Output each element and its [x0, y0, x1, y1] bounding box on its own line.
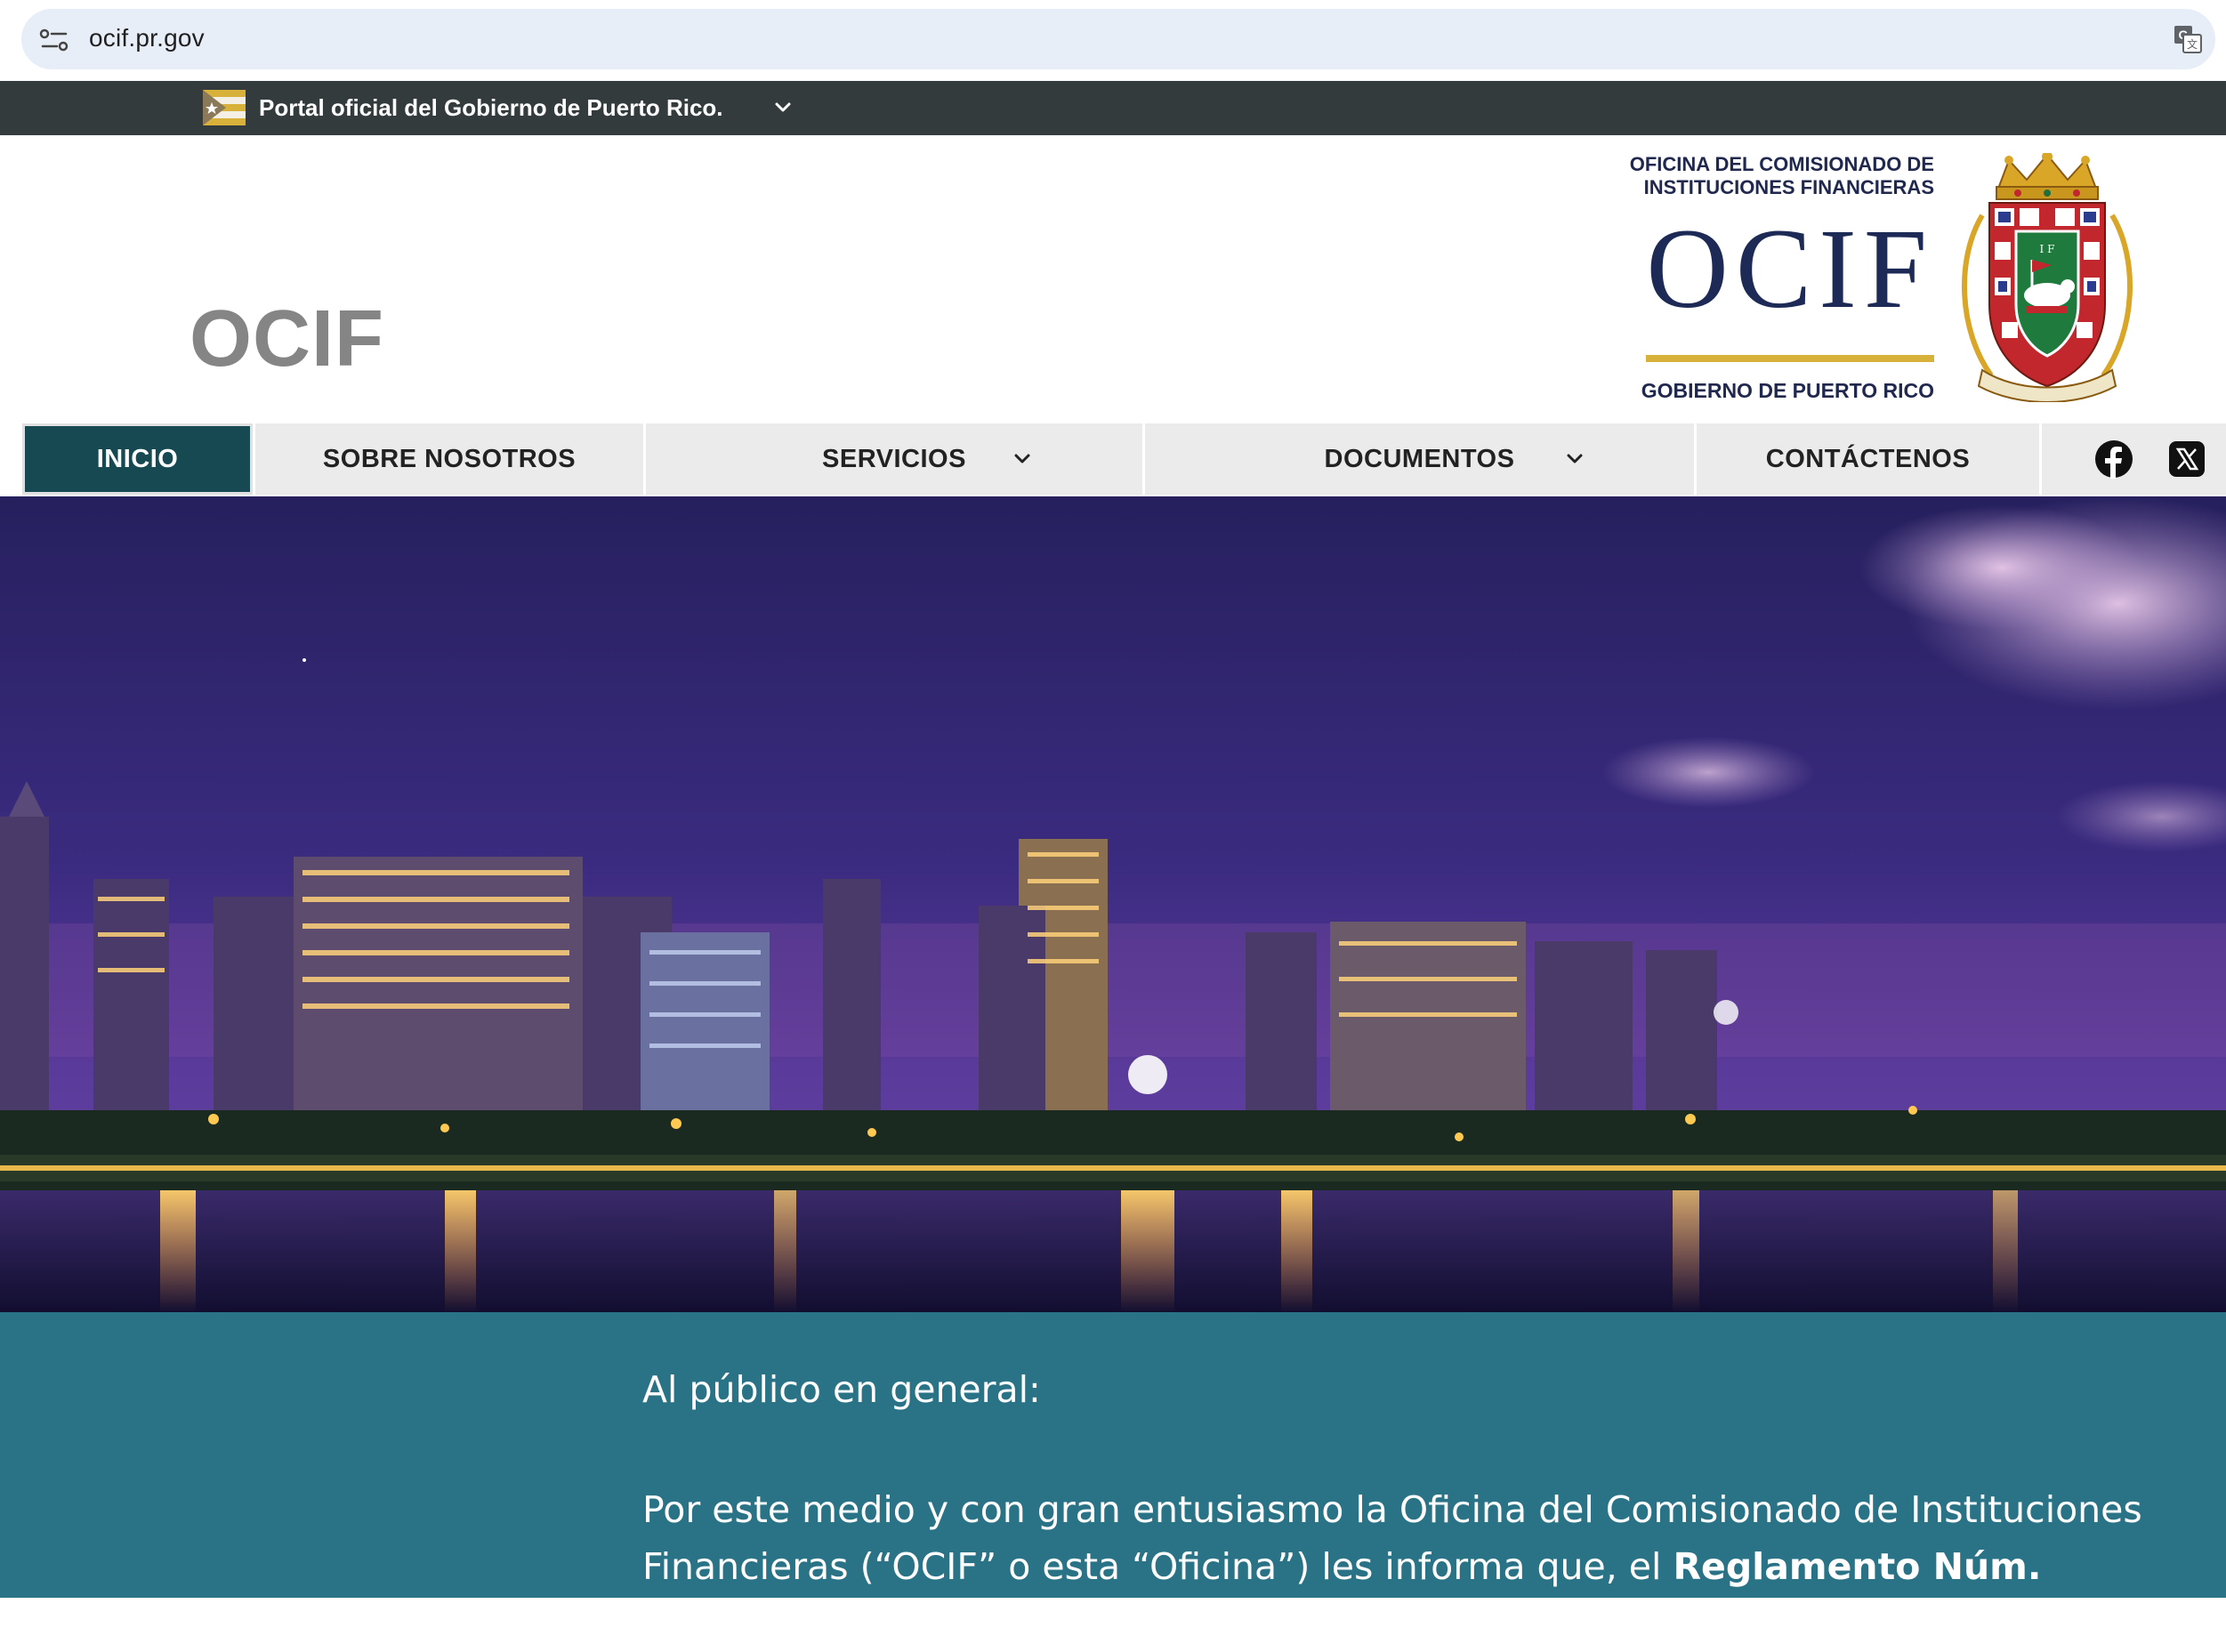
facebook-icon[interactable] — [2094, 439, 2133, 479]
svg-text:文: 文 — [2187, 37, 2198, 51]
chevron-down-icon[interactable] — [772, 97, 794, 118]
x-icon[interactable] — [2167, 439, 2206, 479]
url-text[interactable]: ocif.pr.gov — [89, 24, 205, 52]
content-section: Al público en general: Por este medio y … — [0, 1312, 2226, 1645]
pr-flag-icon — [203, 90, 246, 125]
logo-line-1: OFICINA DEL COMISIONADO DE — [1629, 153, 1934, 175]
nav-sobre-nosotros-label: SOBRE NOSOTROS — [322, 444, 577, 473]
ocif-logo[interactable]: OFICINA DEL COMISIONADO DE INSTITUCIONES… — [1601, 149, 1940, 407]
nav-contactenos[interactable]: CONTÁCTENOS — [1697, 423, 2039, 495]
site-info-icon[interactable] — [39, 28, 69, 52]
logo-divider — [1646, 355, 1934, 362]
gov-banner: Portal oficial del Gobierno de Puerto Ri… — [0, 81, 2226, 135]
nav-inicio[interactable]: INICIO — [22, 423, 253, 495]
greeting-text: Al público en general: — [642, 1368, 1041, 1411]
logo-line-2: INSTITUCIONES FINANCIERAS — [1643, 176, 1934, 198]
gov-banner-text[interactable]: Portal oficial del Gobierno de Puerto Ri… — [259, 94, 723, 122]
nav-documentos-label: DOCUMENTOS — [1324, 444, 1515, 473]
translate-icon[interactable]: G 文 — [2173, 24, 2203, 54]
nav-inicio-label: INICIO — [96, 444, 179, 473]
chevron-down-icon[interactable] — [1011, 447, 1034, 471]
paragraph-text-2: , — [744, 1602, 756, 1645]
skyline-image — [0, 496, 2226, 1312]
browser-toolbar: ocif.pr.gov G 文 — [0, 0, 2226, 81]
logo-acronym: OCIF — [1646, 205, 1934, 332]
logo-subtitle: GOBIERNO DE PUERTO RICO — [1641, 379, 1934, 402]
main-nav: INICIO SOBRE NOSOTROS SERVICIOS DOCUMENT… — [0, 422, 2226, 496]
svg-text:I F: I F — [2040, 243, 2055, 255]
chevron-down-icon[interactable] — [1563, 447, 1586, 471]
nav-sobre-nosotros[interactable]: SOBRE NOSOTROS — [255, 423, 643, 495]
announcement-paragraph: Por este medio y con gran entusiasmo la … — [642, 1481, 2155, 1652]
nav-documentos[interactable]: DOCUMENTOS — [1145, 423, 1694, 495]
nav-servicios-label: SERVICIOS — [822, 444, 966, 473]
coat-of-arms-icon: I F — [1962, 153, 2133, 402]
site-name[interactable]: OCIF — [190, 294, 384, 385]
hero-image — [0, 496, 2226, 1312]
nav-contactenos-label: CONTÁCTENOS — [1765, 444, 1971, 473]
address-bar[interactable]: ocif.pr.gov G 文 — [21, 9, 2215, 69]
nav-servicios[interactable]: SERVICIOS — [646, 423, 1142, 495]
